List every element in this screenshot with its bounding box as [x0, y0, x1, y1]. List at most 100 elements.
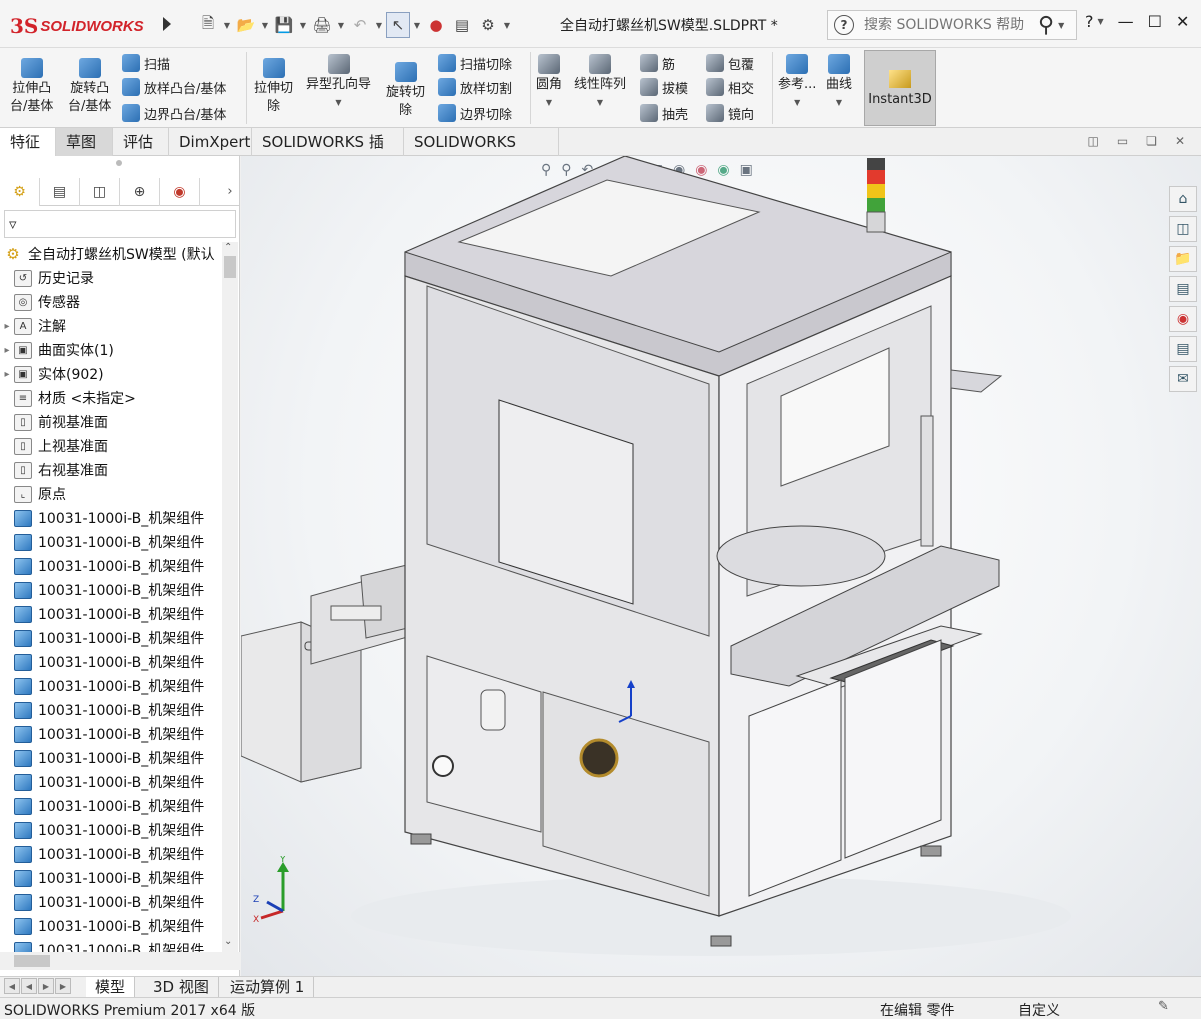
new-dropdown[interactable]: ▼: [222, 12, 232, 38]
solidworks-logo[interactable]: 3S SOLIDWORKS: [10, 8, 156, 44]
tab-evaluate[interactable]: 评估: [113, 128, 169, 156]
rebuild-icon[interactable]: ●: [424, 12, 448, 38]
save-dropdown[interactable]: ▼: [298, 12, 308, 38]
wrap-button[interactable]: 包覆: [706, 52, 754, 74]
graphics-area[interactable]: ⚲ ⚲ ↶ ◫ ▦ ▣ ◉ ◉ ◉ ▣: [241, 156, 1201, 976]
appearances-icon[interactable]: ◉: [1169, 306, 1197, 332]
undo-dropdown[interactable]: ▼: [374, 12, 384, 38]
linear-pattern-button[interactable]: 线性阵列 ▼: [574, 50, 626, 112]
tree-item[interactable]: ▸ A 注解: [0, 314, 222, 338]
tree-vertical-scrollbar[interactable]: ⌃ ⌄: [222, 242, 238, 952]
tree-body-item[interactable]: 10031-1000i-B_机架组件: [0, 626, 222, 650]
shell-button[interactable]: 抽壳: [640, 102, 688, 124]
hole-wizard-button[interactable]: 异型孔向导 ▼: [306, 50, 371, 112]
tree-body-item[interactable]: 10031-1000i-B_机架组件: [0, 938, 222, 952]
help-dropdown[interactable]: ▼: [1098, 17, 1104, 26]
feature-manager-tab-icon[interactable]: ⚙: [0, 178, 40, 206]
forum-icon[interactable]: ✉: [1169, 366, 1197, 392]
machine-3d-model[interactable]: [241, 156, 1201, 976]
maximize-icon[interactable]: ☐: [1148, 12, 1162, 31]
curves-button[interactable]: 曲线 ▼: [826, 50, 852, 112]
file-explorer-icon[interactable]: 📁: [1169, 246, 1197, 272]
expand-icon[interactable]: ▸: [0, 369, 14, 380]
tree-item[interactable]: ▯ 右视基准面: [0, 458, 222, 482]
tree-body-item[interactable]: 10031-1000i-B_机架组件: [0, 602, 222, 626]
dimxpert-manager-tab-icon[interactable]: ⊕: [120, 178, 160, 206]
search-dropdown[interactable]: ▼: [1058, 21, 1064, 30]
tree-item[interactable]: ▸ ▣ 实体(902): [0, 362, 222, 386]
scroll-thumb[interactable]: [224, 256, 236, 278]
tab-features[interactable]: 特征: [0, 128, 56, 156]
undo-icon[interactable]: ↶: [348, 12, 372, 38]
scroll-hthumb[interactable]: [14, 955, 50, 967]
configuration-manager-tab-icon[interactable]: ◫: [80, 178, 120, 206]
search-icon[interactable]: ⚲: [1038, 13, 1054, 38]
tree-item[interactable]: ≡ 材质 <未指定>: [0, 386, 222, 410]
rib-button[interactable]: 筋: [640, 52, 675, 74]
design-library-icon[interactable]: ◫: [1169, 216, 1197, 242]
tree-body-item[interactable]: 10031-1000i-B_机架组件: [0, 746, 222, 770]
view-palette-icon[interactable]: ▤: [1169, 276, 1197, 302]
curves-dropdown[interactable]: ▼: [836, 94, 842, 112]
tab-model[interactable]: 模型: [86, 977, 136, 997]
options-dropdown[interactable]: ▼: [502, 12, 512, 38]
property-manager-tab-icon[interactable]: ▤: [40, 178, 80, 206]
tab-addins[interactable]: SOLIDWORKS 插件: [252, 128, 404, 179]
tree-body-item[interactable]: 10031-1000i-B_机架组件: [0, 866, 222, 890]
help-menu-icon[interactable]: ?: [1085, 12, 1094, 31]
linear-pattern-dropdown[interactable]: ▼: [597, 94, 603, 112]
custom-properties-icon[interactable]: ▤: [1169, 336, 1197, 362]
expand-icon[interactable]: ▸: [0, 345, 14, 356]
tree-body-item[interactable]: 10031-1000i-B_机架组件: [0, 650, 222, 674]
tree-body-item[interactable]: 10031-1000i-B_机架组件: [0, 770, 222, 794]
tree-body-item[interactable]: 10031-1000i-B_机架组件: [0, 506, 222, 530]
tree-horizontal-scrollbar[interactable]: [0, 952, 240, 970]
status-units[interactable]: 自定义: [1018, 1000, 1060, 1019]
prev-tab-icon[interactable]: ◀: [21, 978, 37, 994]
tree-item[interactable]: ⌞ 原点: [0, 482, 222, 506]
new-icon[interactable]: 🗎: [196, 12, 220, 38]
doc-close-icon[interactable]: ✕: [1175, 134, 1185, 148]
tree-body-item[interactable]: 10031-1000i-B_机架组件: [0, 578, 222, 602]
tab-mbd[interactable]: SOLIDWORKS MBD: [404, 128, 559, 179]
tree-item[interactable]: ◎ 传感器: [0, 290, 222, 314]
select-icon[interactable]: ↖: [386, 12, 410, 38]
tree-item[interactable]: ↺ 历史记录: [0, 266, 222, 290]
help-search-box[interactable]: ? ⚲ ▼: [827, 10, 1077, 40]
print-icon[interactable]: 🖨: [310, 12, 334, 38]
doc-minimize-icon[interactable]: ▭: [1117, 134, 1128, 148]
signal-tower[interactable]: [866, 158, 886, 233]
file-properties-icon[interactable]: ▤: [450, 12, 474, 38]
tree-body-item[interactable]: 10031-1000i-B_机架组件: [0, 722, 222, 746]
tree-item[interactable]: ▯ 上视基准面: [0, 434, 222, 458]
revolve-boss-button[interactable]: 旋转凸 台/基体: [68, 54, 111, 116]
tree-body-item[interactable]: 10031-1000i-B_机架组件: [0, 794, 222, 818]
tab-sketch[interactable]: 草图: [56, 128, 113, 156]
print-dropdown[interactable]: ▼: [336, 12, 346, 38]
draft-button[interactable]: 拔模: [640, 76, 688, 98]
menu-expand-icon[interactable]: [160, 14, 174, 34]
tree-filter[interactable]: ▿: [4, 210, 236, 238]
expand-icon[interactable]: ▸: [0, 321, 14, 332]
options-icon[interactable]: ⚙: [476, 12, 500, 38]
tree-body-item[interactable]: 10031-1000i-B_机架组件: [0, 890, 222, 914]
scroll-down-icon[interactable]: ⌄: [224, 936, 232, 947]
extrude-boss-button[interactable]: 拉伸凸 台/基体: [10, 54, 53, 116]
tree-item[interactable]: ▯ 前视基准面: [0, 410, 222, 434]
hole-wizard-dropdown[interactable]: ▼: [335, 94, 341, 112]
home-icon[interactable]: ⌂: [1169, 186, 1197, 212]
tab-3d-views[interactable]: 3D 视图: [144, 977, 219, 997]
panel-grip[interactable]: [116, 160, 122, 166]
tree-root[interactable]: ⚙ 全自动打螺丝机SW模型 (默认: [0, 242, 222, 266]
tab-dimxpert[interactable]: DimXpert: [169, 128, 252, 156]
tree-item[interactable]: ▸ ▣ 曲面实体(1): [0, 338, 222, 362]
boundary-cut-button[interactable]: 边界切除: [438, 102, 512, 124]
first-tab-icon[interactable]: ◀: [4, 978, 20, 994]
tree-body-item[interactable]: 10031-1000i-B_机架组件: [0, 554, 222, 578]
tab-motion-study[interactable]: 运动算例 1: [221, 977, 315, 997]
tree-body-item[interactable]: 10031-1000i-B_机架组件: [0, 818, 222, 842]
sweep-button[interactable]: 扫描: [122, 52, 170, 74]
reference-geometry-dropdown[interactable]: ▼: [794, 94, 800, 112]
tree-body-item[interactable]: 10031-1000i-B_机架组件: [0, 674, 222, 698]
tree-body-item[interactable]: 10031-1000i-B_机架组件: [0, 914, 222, 938]
